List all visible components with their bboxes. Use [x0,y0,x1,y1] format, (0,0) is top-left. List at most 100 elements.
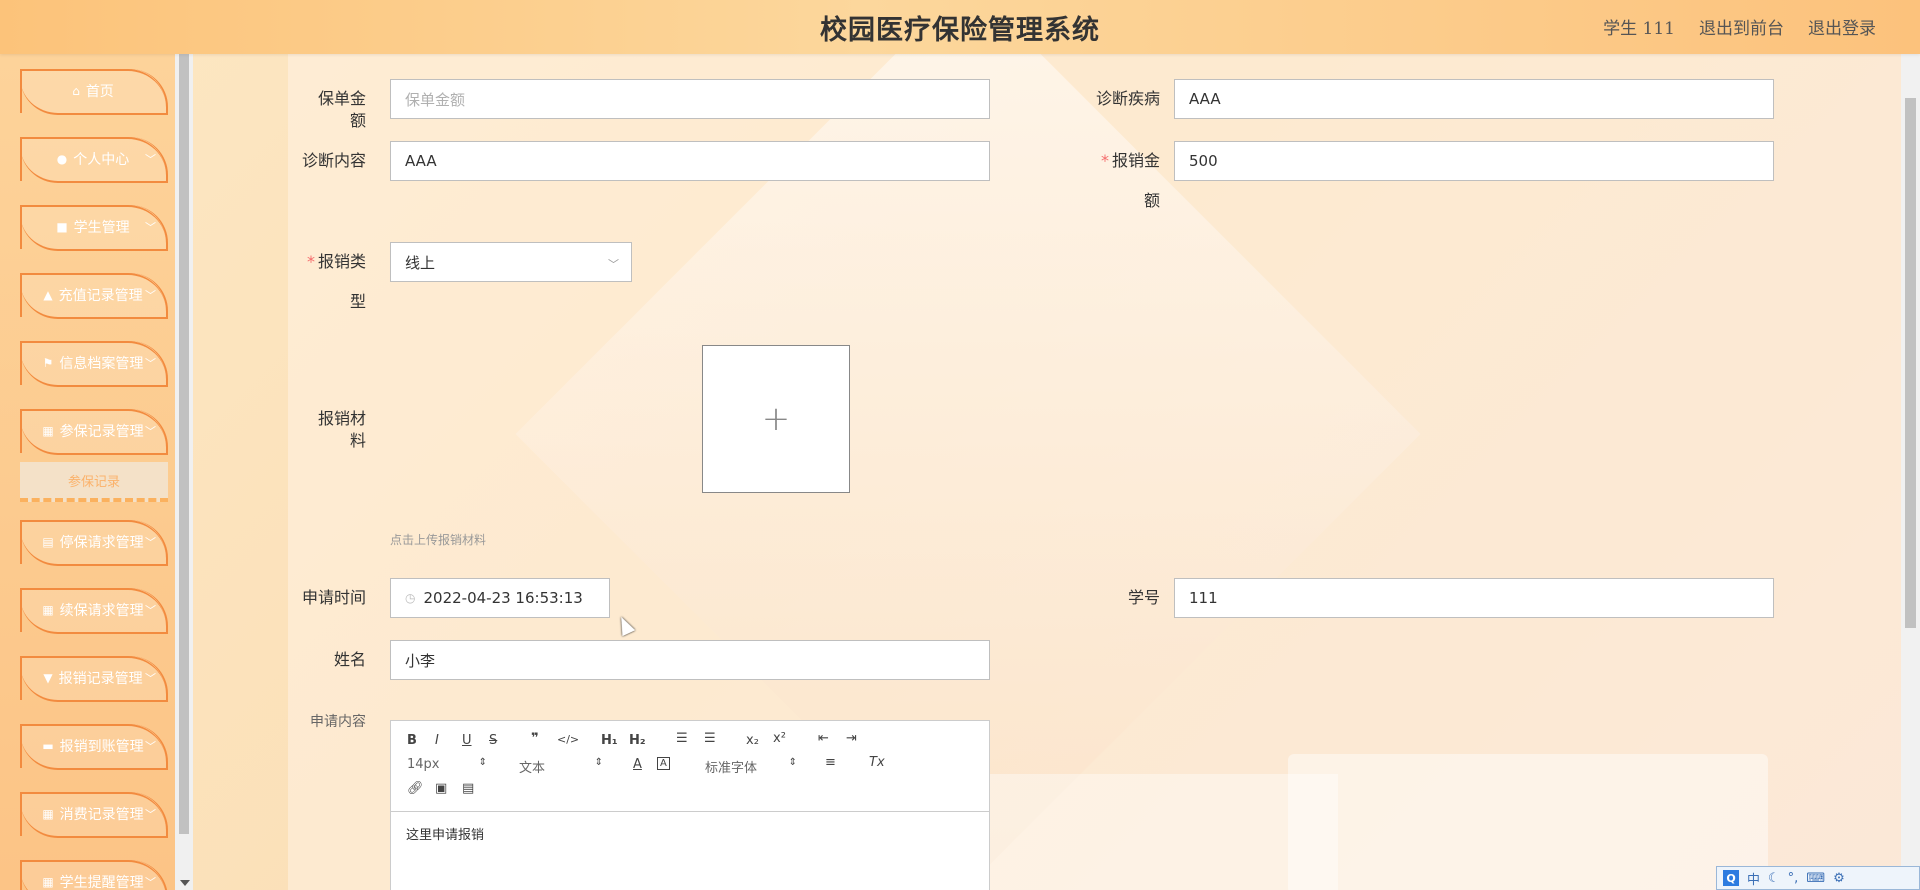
bullet-list-icon[interactable]: ☰ [704,731,716,746]
top-header: 校园医疗保险管理系统 学生 111 退出到前台 退出登录 [0,0,1920,54]
strikethrough-icon[interactable]: S [489,733,497,748]
claim-material-label: 报销材料 [317,409,366,450]
font-family-select[interactable]: 标准字体 ⇕ [705,757,797,776]
chevron-updown-icon: ⇕ [478,757,487,768]
heading2-icon[interactable]: H₂ [629,733,646,748]
sidebar-item-label: 学生提醒管理 [59,875,144,890]
chevron-updown-icon: ⇕ [594,757,603,768]
sidebar-item-student-reminders[interactable]: ▦ 学生提醒管理 ﹀ [20,860,168,890]
main-scrollbar[interactable] [1901,54,1920,890]
diagnosis-disease-input[interactable]: AAA [1174,79,1774,119]
ime-chinese-mode-icon[interactable]: 中 [1747,869,1760,888]
chevron-down-icon: ﹀ [145,289,156,302]
thumbs-up-icon: ▲ [43,288,53,302]
sidebar-item-home[interactable]: ⌂ 首页 [20,69,168,115]
chevron-down-icon: ﹀ [145,740,156,753]
font-family-value: 标准字体 [705,761,758,776]
sidebar-item-label: 续保请求管理 [59,603,144,619]
font-size-value: 14px [407,757,440,772]
code-icon[interactable]: </> [557,733,579,746]
heading-select[interactable]: 文本 ⇕ [519,757,603,776]
sidebar-item-info-archives[interactable]: ⚑ 信息档案管理 ﹀ [20,341,168,387]
sidebar-item-consumption-records[interactable]: ▦ 消费记录管理 ﹀ [20,792,168,838]
subscript-icon[interactable]: x₂ [746,733,759,748]
sidebar-item-recharge-records[interactable]: ▲ 充值记录管理 ﹀ [20,273,168,319]
align-icon[interactable]: ≡ [825,755,836,770]
claim-amount-label: * 报销金 [1088,150,1160,172]
video-icon[interactable]: ▤ [462,781,474,796]
sidebar-item-label: 停保请求管理 [59,535,144,551]
sidebar-item-suspension-requests[interactable]: ▤ 停保请求管理 ﹀ [20,520,168,566]
sidebar-scrollbar[interactable] [175,54,193,890]
chevron-down-icon: ﹀ [145,357,156,370]
sidebar-item-renewal-requests[interactable]: ▦ 续保请求管理 ﹀ [20,588,168,634]
editor-body[interactable]: 这里申请报销 [391,812,989,855]
required-mark: * [306,252,315,271]
ime-logo-icon[interactable]: Q [1723,870,1739,886]
apply-content-label: 申请内容 [310,714,366,730]
claim-material-upload[interactable]: + [702,345,850,493]
clipboard-icon: ▤ [42,535,54,549]
chevron-down-icon: ﹀ [145,672,156,685]
name-input[interactable]: 小李 [390,640,990,680]
submenu-insurance-record[interactable]: 参保记录 [20,462,168,502]
exit-to-front-link[interactable]: 退出到前台 [1699,14,1784,39]
sidebar-scrollbar-thumb[interactable] [179,54,189,834]
user-icon: ● [56,152,68,166]
sidebar-menu: ⌂ 首页 ● 个人中心 ﹀ ■ 学生管理 ﹀ ▲ 充值记录管理 ﹀ ⚑ 信息档案… [0,54,175,890]
sidebar-item-personal-center[interactable]: ● 个人中心 ﹀ [20,137,168,183]
claim-amount-input[interactable]: 500 [1174,141,1774,181]
claim-type-label-line1: 报销类 [317,252,366,271]
sidebar-item-label: 信息档案管理 [59,356,144,372]
briefcase-icon: ■ [56,220,68,234]
chevron-down-icon: ﹀ [145,425,156,438]
current-user-label: 学生 111 [1603,19,1675,39]
chevron-down-icon: ﹀ [145,876,156,889]
editor-toolbar: B I U S ❞ </> H₁ H₂ ☰ ☰ x₂ x² ⇤ ⇥ 14px ⇕… [391,721,989,812]
font-size-select[interactable]: 14px ⇕ [407,757,487,772]
claim-type-label-line2: 型 [349,292,366,311]
rich-text-editor: B I U S ❞ </> H₁ H₂ ☰ ☰ x₂ x² ⇤ ⇥ 14px ⇕… [390,720,990,890]
main-scrollbar-thumb[interactable] [1905,98,1916,628]
outdent-icon[interactable]: ⇤ [818,731,829,746]
bell-icon: ▦ [42,875,54,889]
ime-keyboard-icon[interactable]: ⌨ [1806,871,1825,886]
blockquote-icon[interactable]: ❞ [531,731,539,746]
background-color-icon[interactable]: A [657,757,670,770]
apply-time-label: 申请时间 [301,588,366,607]
apply-time-picker[interactable]: ◷ 2022-04-23 16:53:13 [390,578,610,618]
ime-moon-icon[interactable]: ☾ [1768,871,1780,886]
logout-link[interactable]: 退出登录 [1808,14,1876,39]
ime-punctuation-icon[interactable]: °, [1788,871,1799,886]
sidebar-item-student-management[interactable]: ■ 学生管理 ﹀ [20,205,168,251]
italic-icon[interactable]: I [435,733,439,748]
grid-icon: ▦ [42,807,54,821]
claim-amount-label-line1: 报销金 [1111,151,1160,170]
wallet-icon: ▬ [42,739,54,753]
ime-settings-icon[interactable]: ⚙ [1833,871,1845,886]
scroll-down-arrow-icon[interactable] [180,880,190,886]
claim-type-select[interactable]: 线上 ﹀ [390,242,632,282]
sidebar-item-insurance-records[interactable]: ▦ 参保记录管理 ﹀ [20,409,168,455]
link-icon[interactable]: 🔗︎ [407,781,424,796]
image-icon[interactable]: ▣ [435,781,447,796]
superscript-icon[interactable]: x² [773,731,786,746]
sidebar-item-label: 消费记录管理 [59,807,144,823]
policy-amount-input[interactable]: 保单金额 [390,79,990,119]
clear-format-icon[interactable]: Tx [869,755,885,770]
ime-toolbar: Q 中 ☾ °, ⌨ ⚙ [1716,866,1920,890]
indent-icon[interactable]: ⇥ [846,731,857,746]
diagnosis-content-input[interactable]: AAA [390,141,990,181]
background-pedestal [1288,754,1768,890]
underline-icon[interactable]: U [462,733,472,748]
sidebar-item-claim-records[interactable]: ▼ 报销记录管理 ﹀ [20,656,168,702]
heading1-icon[interactable]: H₁ [601,733,618,748]
font-color-icon[interactable]: A [633,757,642,772]
student-no-input[interactable]: 111 [1174,578,1774,618]
sidebar-item-claim-payouts[interactable]: ▬ 报销到账管理 ﹀ [20,724,168,770]
sidebar-item-label: 学生管理 [73,220,130,236]
ordered-list-icon[interactable]: ☰ [676,731,688,746]
bold-icon[interactable]: B [407,733,417,748]
sidebar: ⌂ 首页 ● 个人中心 ﹀ ■ 学生管理 ﹀ ▲ 充值记录管理 ﹀ ⚑ 信息档案… [0,54,193,890]
sidebar-item-label: 首页 [85,84,114,100]
